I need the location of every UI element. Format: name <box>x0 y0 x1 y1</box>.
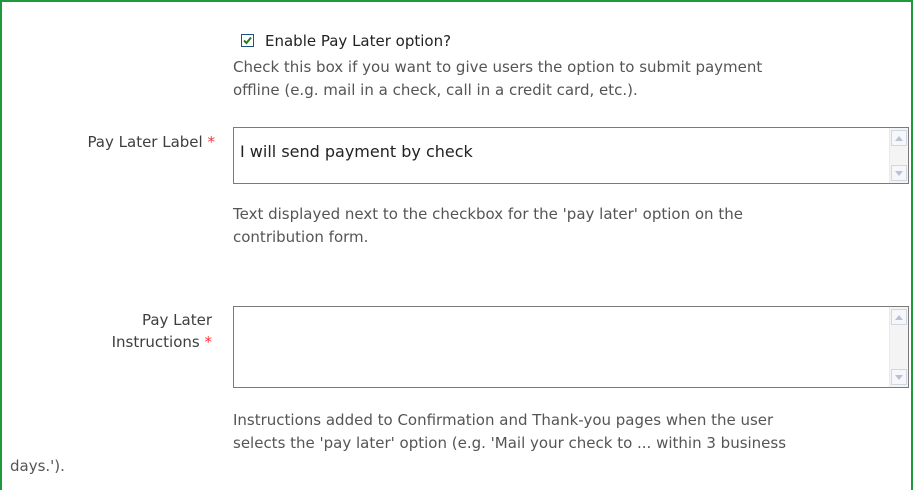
triangle-up-icon <box>895 135 903 141</box>
pay-later-instructions-field-label: Pay Later Instructions * <box>112 309 212 353</box>
pay-later-label-textarea[interactable]: I will send payment by check <box>233 127 909 184</box>
pay-later-instructions-textarea[interactable] <box>233 306 909 388</box>
checkmark-icon <box>243 36 252 45</box>
help-line: contribution form. <box>233 228 369 246</box>
triangle-up-icon <box>895 314 903 320</box>
triangle-down-icon <box>895 374 903 380</box>
textarea-scrollbar[interactable] <box>889 128 908 183</box>
help-line: Text displayed next to the checkbox for … <box>233 205 743 223</box>
enable-pay-later-help: Check this box if you want to give users… <box>233 56 762 102</box>
help-line: offline (e.g. mail in a check, call in a… <box>233 81 638 99</box>
enable-pay-later-checkbox[interactable] <box>241 34 254 47</box>
scroll-down-button[interactable] <box>891 369 907 385</box>
pay-later-instructions-help: Instructions added to Confirmation and T… <box>233 409 786 455</box>
pay-later-instructions-help-wrap: days.'). <box>10 457 65 475</box>
scroll-up-button[interactable] <box>891 130 907 146</box>
textarea-scrollbar[interactable] <box>889 307 908 387</box>
scroll-down-button[interactable] <box>891 165 907 181</box>
textarea-value: I will send payment by check <box>240 142 473 161</box>
help-line: Check this box if you want to give users… <box>233 58 763 76</box>
pay-later-label-help: Text displayed next to the checkbox for … <box>233 203 743 249</box>
required-marker: * <box>207 133 216 151</box>
triangle-down-icon <box>895 170 903 176</box>
field-label-line: Pay Later <box>141 311 212 329</box>
field-label-line: Instructions * <box>112 331 212 353</box>
enable-pay-later-label[interactable]: Enable Pay Later option? <box>265 30 451 52</box>
scroll-up-button[interactable] <box>891 309 907 325</box>
help-line: selects the 'pay later' option (e.g. 'Ma… <box>233 434 787 452</box>
help-line: Instructions added to Confirmation and T… <box>233 411 774 429</box>
pay-later-label-field-label: Pay Later Label * <box>87 131 215 153</box>
field-label-text: Instructions <box>111 333 200 351</box>
field-label-text: Pay Later Label <box>87 133 203 151</box>
required-marker: * <box>204 333 213 351</box>
